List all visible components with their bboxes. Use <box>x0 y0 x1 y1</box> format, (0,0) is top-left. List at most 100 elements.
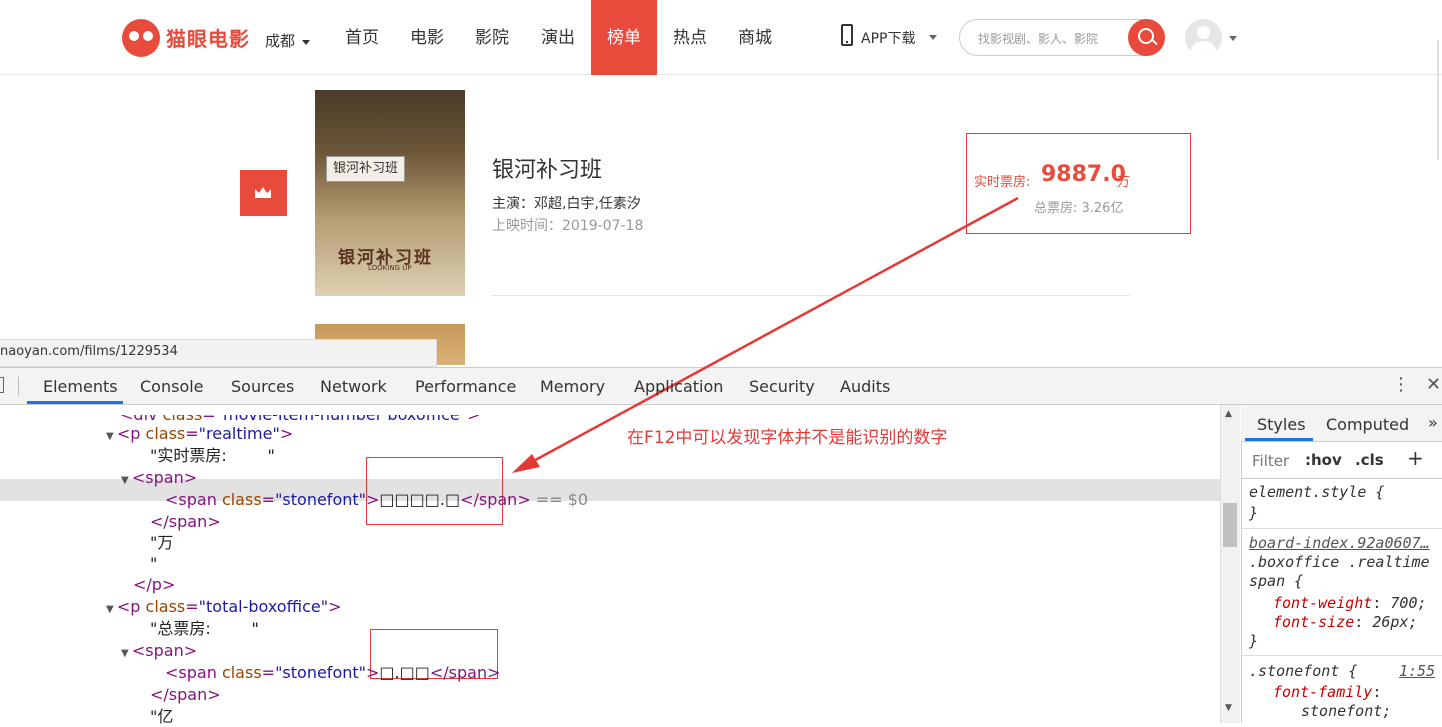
nav-item-3[interactable]: 演出 <box>528 0 588 75</box>
dom-node-line[interactable]: ▼ <span> <box>121 640 197 661</box>
code-token: > <box>366 490 380 509</box>
city-selector[interactable]: 成都 <box>265 30 295 51</box>
code-token: "stonefont" <box>275 490 366 509</box>
cls-toggle[interactable]: .cls <box>1355 451 1384 469</box>
dom-node-line[interactable]: ▼ <span> <box>121 467 197 488</box>
tab-elements[interactable]: Elements <box>43 377 118 396</box>
phone-icon[interactable] <box>841 24 853 46</box>
css-property[interactable]: font-size <box>1273 613 1354 631</box>
dom-node-line[interactable]: ▼ <p class="realtime"> <box>106 423 293 444</box>
dom-node-line[interactable]: <span class="stonefont">□.□□</span> <box>165 662 500 683</box>
app-download-link[interactable]: APP下载 <box>861 28 915 48</box>
expand-triangle-icon[interactable]: ▼ <box>121 648 132 659</box>
rule-source-link[interactable]: 1:55 <box>1399 661 1435 681</box>
status-url: naoyan.com/films/1229534 <box>0 344 178 359</box>
more-tabs-icon[interactable]: » <box>1428 413 1438 432</box>
code-token: <p <box>116 597 146 616</box>
code-token: "总票房: " <box>150 619 259 638</box>
nav-item-4[interactable]: 榜单 <box>591 0 657 75</box>
tab-performance[interactable]: Performance <box>415 377 516 396</box>
code-token: = <box>185 424 199 443</box>
code-token: "实时票房: " <box>150 446 275 465</box>
rule-selector[interactable]: .stonefont { <box>1249 661 1357 681</box>
rule-selector[interactable]: .boxoffice .realtime <box>1249 552 1430 572</box>
elements-scrollbar[interactable] <box>1220 405 1240 723</box>
maoyan-logo-icon[interactable] <box>122 19 160 57</box>
code-token: □.□□ <box>379 663 430 682</box>
code-token: <p <box>116 424 146 443</box>
css-value[interactable]: 700; <box>1390 594 1426 612</box>
code-token: class <box>145 424 186 443</box>
css-value[interactable]: 26px; <box>1372 613 1417 631</box>
hov-toggle[interactable]: :hov <box>1305 451 1342 469</box>
code-token: "stonefont" <box>275 663 366 682</box>
chevron-down-icon[interactable] <box>929 35 937 40</box>
code-token: = <box>261 663 276 682</box>
dom-node-line[interactable]: </span> <box>150 511 221 532</box>
element-style-selector[interactable]: element.style { <box>1249 482 1384 502</box>
dom-node-line[interactable]: ▼ <p class="total-boxoffice"> <box>106 596 341 617</box>
code-token: </p> <box>133 575 176 594</box>
poster-tag: 银河补习班 <box>326 156 406 182</box>
expand-triangle-icon[interactable]: ▼ <box>106 604 117 615</box>
tab-styles[interactable]: Styles <box>1257 415 1306 434</box>
chevron-down-icon[interactable] <box>1229 36 1237 41</box>
nav-item-0[interactable]: 首页 <box>332 0 392 75</box>
rule-source-link[interactable]: board-index.92a0607… <box>1249 533 1430 553</box>
dom-node-line[interactable]: "亿 <box>150 706 173 727</box>
tab-console[interactable]: Console <box>140 377 204 396</box>
dock-icon[interactable] <box>0 377 4 393</box>
styles-filter-input[interactable]: Filter <box>1252 452 1289 470</box>
close-brace: } <box>1249 504 1259 522</box>
code-token: > <box>366 663 380 682</box>
css-property[interactable]: font-family <box>1273 683 1372 701</box>
scroll-up-icon[interactable]: ▲ <box>1225 409 1232 419</box>
nav-item-5[interactable]: 热点 <box>659 0 721 75</box>
tab-memory[interactable]: Memory <box>540 377 605 396</box>
code-token: > <box>279 424 294 443</box>
close-icon[interactable]: ✕ <box>1426 374 1441 395</box>
add-rule-button[interactable]: + <box>1407 446 1424 470</box>
tab-application[interactable]: Application <box>634 377 723 396</box>
dom-node-line[interactable]: "实时票房: " <box>150 445 275 466</box>
code-token: class <box>145 597 186 616</box>
code-token: "万 <box>150 533 174 552</box>
code-token: "亿 <box>150 707 174 726</box>
chevron-down-icon[interactable] <box>302 40 310 45</box>
active-tab-indicator <box>27 401 123 404</box>
more-menu-icon[interactable]: ⋮ <box>1392 374 1410 395</box>
code-token: </span> <box>150 512 221 531</box>
dom-node-line[interactable]: "万 <box>150 532 173 553</box>
rule-selector[interactable]: span { <box>1249 571 1303 591</box>
tab-security[interactable]: Security <box>749 377 815 396</box>
dom-node-line[interactable]: "总票房: " <box>150 618 259 639</box>
avatar[interactable] <box>1185 19 1222 56</box>
scrollbar-thumb[interactable] <box>1223 503 1237 547</box>
code-token: </span> <box>150 685 221 704</box>
page-scrollbar[interactable] <box>1437 40 1439 160</box>
divider <box>492 295 1130 296</box>
nav-item-6[interactable]: 商城 <box>725 0 785 75</box>
scroll-down-icon[interactable]: ▼ <box>1225 703 1232 713</box>
expand-triangle-icon[interactable]: ▼ <box>106 431 117 442</box>
tab-sources[interactable]: Sources <box>231 377 294 396</box>
nav-item-2[interactable]: 影院 <box>463 0 521 75</box>
active-tab-indicator <box>1245 438 1313 441</box>
dom-node-line[interactable]: " <box>150 553 157 574</box>
css-value[interactable]: stonefont; <box>1301 701 1391 721</box>
code-token: <span> <box>131 468 198 487</box>
dom-node-line[interactable]: </span> <box>150 684 221 705</box>
expand-triangle-icon[interactable]: ▼ <box>121 475 132 486</box>
code-token: <span> <box>131 641 198 660</box>
nav-item-1[interactable]: 电影 <box>398 0 456 75</box>
tab-audits[interactable]: Audits <box>840 377 890 396</box>
search-icon[interactable] <box>1128 19 1165 56</box>
css-property[interactable]: font-weight <box>1273 594 1372 612</box>
tab-network[interactable]: Network <box>320 377 387 396</box>
logo-text[interactable]: 猫眼电影 <box>166 23 250 52</box>
movie-title[interactable]: 银河补习班 <box>492 152 602 184</box>
dom-node-line[interactable]: <span class="stonefont">□□□□.□</span> ==… <box>165 489 588 510</box>
search-input[interactable]: 找影视剧、影人、影院 <box>978 30 1098 47</box>
dom-node-line[interactable]: </p> <box>133 574 175 595</box>
tab-computed[interactable]: Computed <box>1326 415 1409 434</box>
